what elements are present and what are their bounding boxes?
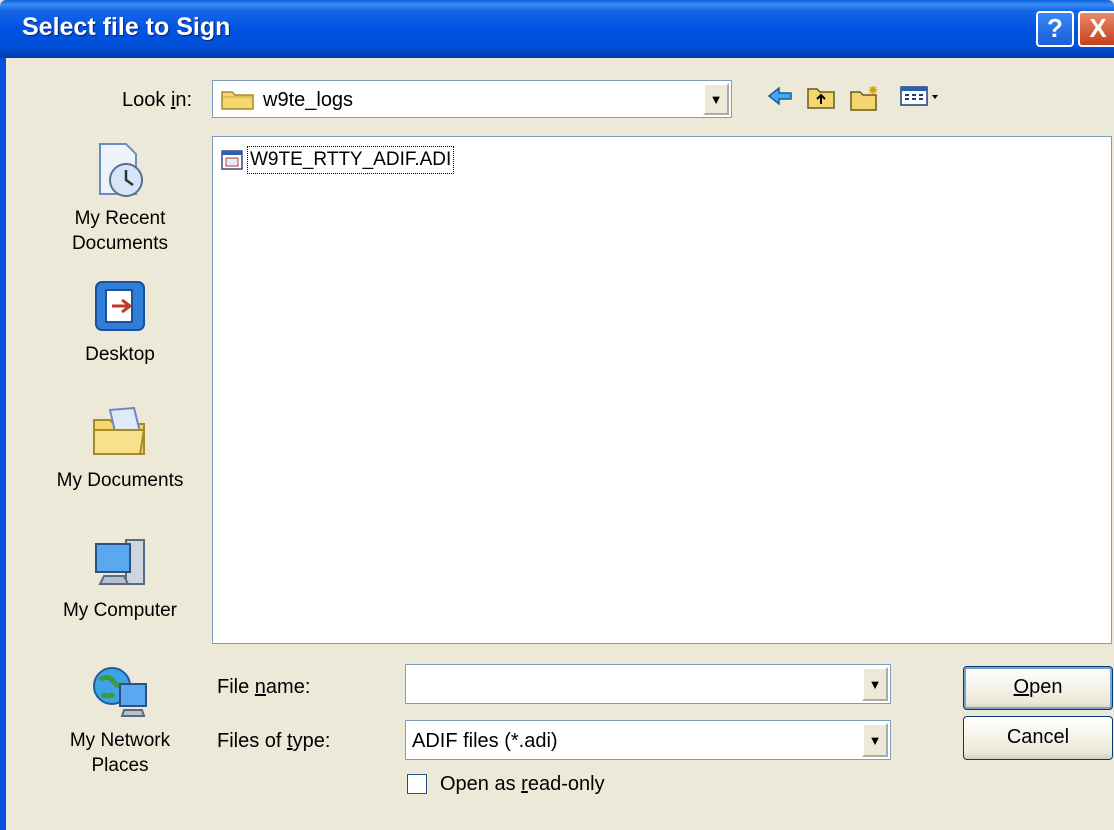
read-only-checkbox[interactable]: [407, 774, 427, 794]
look-in-label: Look in:: [122, 89, 193, 111]
file-type-dropdown-arrow[interactable]: ▼: [862, 723, 888, 757]
file-type-label: Files of type:: [217, 730, 331, 752]
window-frame-left: [0, 58, 6, 830]
folder-icon: [221, 91, 254, 110]
file-type-value: ADIF files (*.adi): [412, 730, 558, 752]
read-only-label[interactable]: Open as read-only: [440, 773, 605, 796]
look-in-value: w9te_logs: [263, 89, 354, 111]
my-documents-icon: [93, 406, 146, 455]
file-item[interactable]: W9TE_RTTY_ADIF.ADI: [221, 145, 455, 175]
file-list[interactable]: W9TE_RTTY_ADIF.ADI: [212, 136, 1112, 644]
desktop-icon: [95, 281, 145, 331]
title-bar: Select file to Sign ? X: [0, 0, 1114, 58]
help-button[interactable]: ?: [1036, 11, 1074, 47]
place-my-network-places[interactable]: My Network Places: [30, 662, 210, 778]
new-folder-icon[interactable]: [848, 84, 882, 116]
network-places-icon: [93, 667, 147, 717]
file-type-dropdown[interactable]: ADIF files (*.adi) ▼: [405, 720, 891, 760]
view-menu-icon[interactable]: [898, 84, 944, 116]
window-title: Select file to Sign: [22, 13, 231, 41]
place-my-documents[interactable]: My Documents: [30, 402, 210, 493]
close-button[interactable]: X: [1078, 11, 1114, 47]
place-my-computer[interactable]: My Computer: [30, 532, 210, 623]
my-computer-icon: [95, 539, 145, 585]
file-name-input[interactable]: ▼: [405, 664, 891, 704]
look-in-dropdown-arrow[interactable]: ▼: [703, 83, 729, 115]
up-folder-icon[interactable]: [804, 84, 838, 116]
file-name: W9TE_RTTY_ADIF.ADI: [247, 146, 455, 174]
back-icon[interactable]: [764, 84, 798, 116]
open-button[interactable]: Open: [963, 666, 1113, 710]
cancel-button[interactable]: Cancel: [963, 716, 1113, 760]
place-my-recent-documents[interactable]: My Recent Documents: [30, 140, 210, 256]
file-name-label: File name:: [217, 676, 311, 698]
recent-documents-icon: [99, 143, 143, 197]
look-in-dropdown[interactable]: w9te_logs ▼: [212, 80, 732, 118]
adi-file-icon: [221, 150, 243, 170]
place-desktop[interactable]: Desktop: [30, 276, 210, 367]
file-name-dropdown-arrow[interactable]: ▼: [862, 667, 888, 701]
